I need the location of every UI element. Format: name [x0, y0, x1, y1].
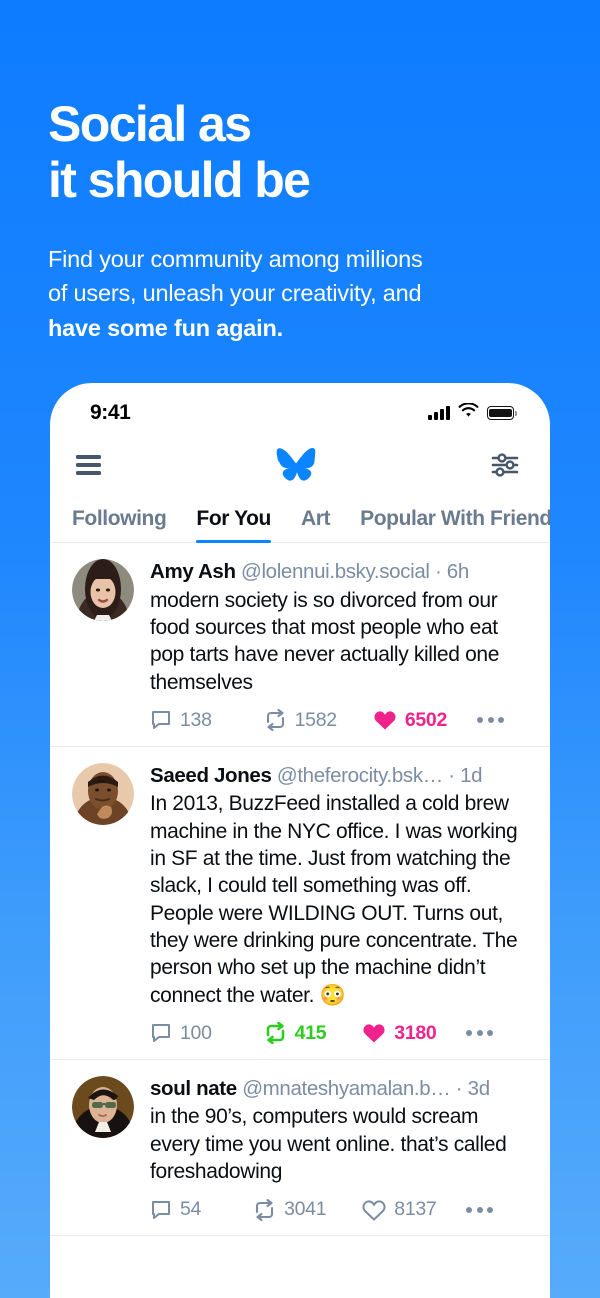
tab-for-you[interactable]: For You [196, 507, 271, 543]
tab-following[interactable]: Following [72, 507, 167, 542]
hamburger-menu-icon[interactable] [76, 455, 101, 475]
like-button[interactable]: 3180 [362, 1021, 437, 1045]
reply-count: 54 [180, 1198, 202, 1221]
post-meta: Saeed Jones @theferocity.bsk… · 1d [150, 763, 530, 789]
post-more-options-icon[interactable] [466, 1030, 494, 1037]
meta-separator: · [455, 1076, 463, 1100]
post-timestamp: 1d [460, 763, 483, 787]
tab-art[interactable]: Art [301, 507, 331, 542]
hero-section: Social as it should be Find your communi… [0, 0, 600, 345]
status-bar: 9:41 [50, 383, 550, 435]
post-author-handle[interactable]: @mnateshyamalan.b… [242, 1077, 451, 1100]
phone-mockup: 9:41 Following For You Art Popular With … [50, 383, 550, 1298]
meta-separator: · [448, 763, 455, 787]
post-author-name[interactable]: Amy Ash [150, 560, 236, 583]
post-timestamp: 3d [467, 1076, 490, 1100]
wifi-icon [458, 402, 479, 423]
post-body: Saeed Jones @theferocity.bsk… · 1d In 20… [150, 763, 530, 1045]
feed-post[interactable]: Saeed Jones @theferocity.bsk… · 1d In 20… [50, 747, 550, 1060]
post-author-handle[interactable]: @theferocity.bsk… [277, 764, 443, 787]
post-body: Amy Ash @lolennui.bsky.social · 6h moder… [150, 559, 530, 732]
post-more-options-icon[interactable] [466, 1206, 494, 1213]
reply-icon [152, 1024, 170, 1043]
avatar[interactable] [72, 762, 134, 825]
battery-full-icon [487, 406, 517, 420]
post-author-handle[interactable]: @lolennui.bsky.social [241, 560, 430, 583]
post-text: modern society is so divorced from our f… [150, 588, 500, 694]
post-author-name[interactable]: soul nate [150, 1077, 237, 1100]
post-body: soul nate @mnateshyamalan.b… · 3d in the… [150, 1076, 530, 1222]
meta-separator: · [434, 560, 442, 583]
post-actions: 138 1582 6502 [150, 709, 530, 732]
page-title: Social as it should be [48, 96, 600, 208]
hero-subtitle: Find your community among millions of us… [48, 242, 548, 345]
avatar[interactable] [72, 559, 134, 621]
heart-filled-icon [363, 1024, 385, 1043]
reply-count: 138 [180, 708, 212, 731]
like-count: 3180 [394, 1021, 437, 1044]
post-actions: 54 3041 8137 [150, 1198, 530, 1221]
post-more-options-icon[interactable] [477, 717, 505, 724]
post-text: In 2013, BuzzFeed installed a cold brew … [150, 792, 518, 1007]
cellular-bars-icon [428, 406, 450, 420]
repost-icon [266, 1022, 284, 1045]
avatar[interactable] [72, 1075, 134, 1138]
repost-count: 415 [294, 1021, 327, 1044]
repost-count: 3041 [284, 1198, 327, 1221]
post-actions: 100 415 3180 [150, 1022, 530, 1045]
subtitle-emphasis: have some fun again. [48, 314, 283, 341]
feed-tab-bar[interactable]: Following For You Art Popular With Frien… [50, 495, 550, 543]
repost-button[interactable]: 415 [264, 1022, 327, 1045]
bluesky-butterfly-logo [276, 447, 316, 483]
feed-post[interactable]: soul nate @mnateshyamalan.b… · 3d in the… [50, 1060, 550, 1237]
subtitle-line-1: Find your community among millions [48, 246, 423, 272]
repost-button[interactable]: 1582 [264, 709, 337, 732]
headline-line-2: it should be [48, 152, 311, 208]
like-count: 8137 [394, 1198, 437, 1221]
feed-sliders-icon[interactable] [490, 451, 520, 479]
status-bar-clock: 9:41 [90, 401, 131, 424]
subtitle-line-2: of users, unleash your creativity, and [48, 280, 422, 307]
reply-button[interactable]: 138 [150, 709, 212, 732]
post-timestamp: 6h [446, 560, 469, 583]
status-bar-icons [428, 402, 517, 423]
reply-button[interactable]: 54 [150, 1198, 201, 1221]
repost-button[interactable]: 3041 [253, 1198, 327, 1221]
post-meta: soul nate @mnateshyamalan.b… · 3d [150, 1076, 530, 1102]
post-author-name[interactable]: Saeed Jones [150, 764, 272, 787]
app-header [50, 435, 550, 495]
repost-count: 1582 [294, 708, 337, 731]
feed-post[interactable]: Amy Ash @lolennui.bsky.social · 6h moder… [50, 543, 550, 747]
post-text: in the 90’s, computers would scream ever… [150, 1105, 507, 1184]
repost-icon [256, 1198, 274, 1221]
reply-icon [152, 1200, 170, 1219]
tab-popular-with-friends[interactable]: Popular With Friends [360, 507, 550, 542]
heart-filled-icon [374, 711, 396, 730]
reply-count: 100 [180, 1021, 212, 1044]
reply-icon [152, 711, 170, 730]
post-meta: Amy Ash @lolennui.bsky.social · 6h [150, 559, 530, 585]
like-button[interactable]: 6502 [373, 709, 447, 732]
repost-icon [266, 709, 284, 732]
reply-button[interactable]: 100 [150, 1022, 212, 1045]
like-button[interactable]: 8137 [362, 1198, 437, 1221]
headline-line-1: Social as [48, 96, 252, 152]
heart-outline-icon [362, 1200, 386, 1221]
like-count: 6502 [404, 708, 448, 731]
